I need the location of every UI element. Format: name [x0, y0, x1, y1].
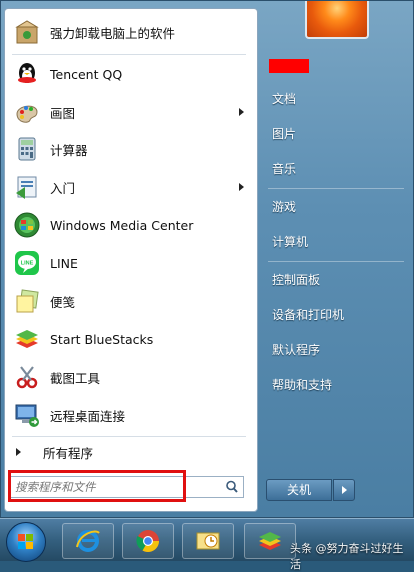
program-label: 远程桌面连接 [50, 408, 126, 424]
paint-palette-icon [12, 97, 42, 127]
program-line[interactable]: LINE LINE [10, 245, 252, 281]
right-item-help-support[interactable]: 帮助和支持 [266, 371, 406, 399]
watermark: 头条 @努力奋斗过好生活 [290, 542, 404, 571]
submenu-arrow-icon [239, 183, 244, 191]
right-item-control-panel[interactable]: 控制面板 [266, 266, 406, 294]
submenu-arrow-icon [239, 108, 244, 116]
taskbar-internet-explorer[interactable] [62, 523, 114, 559]
program-label: 便笺 [50, 294, 76, 310]
right-item-games[interactable]: 游戏 [266, 193, 406, 221]
taskbar-bluestacks[interactable] [244, 523, 296, 559]
divider [12, 436, 246, 437]
sticky-notes-icon [12, 286, 42, 316]
program-getting-started[interactable]: 入门 [10, 169, 252, 205]
getting-started-icon [12, 172, 42, 202]
program-remote-desktop[interactable]: 远程桌面连接 [10, 397, 252, 433]
right-item-computer[interactable]: 计算机 [266, 228, 406, 256]
program-sticky-notes[interactable]: 便笺 [10, 283, 252, 319]
windows-logo-icon [18, 534, 33, 549]
line-app-icon: LINE [12, 248, 42, 278]
start-button[interactable] [6, 522, 46, 562]
all-programs-label: 所有程序 [43, 445, 94, 461]
snipping-tool-icon [12, 362, 42, 392]
right-item-devices-printers[interactable]: 设备和打印机 [266, 301, 406, 329]
shutdown-options-button[interactable] [333, 479, 355, 501]
program-paint[interactable]: 画图 [10, 94, 252, 130]
program-label: 截图工具 [50, 370, 101, 386]
right-item-documents[interactable]: 文档 [266, 85, 406, 113]
program-qq[interactable]: Tencent QQ [10, 56, 252, 92]
highlight-box [8, 470, 186, 502]
taskbar-chrome[interactable] [122, 523, 174, 559]
program-label: Tencent QQ [50, 66, 123, 82]
right-item-pictures[interactable]: 图片 [266, 120, 406, 148]
user-picture[interactable] [305, 1, 369, 39]
media-center-icon [12, 210, 42, 240]
calculator-icon [12, 134, 42, 164]
program-bluestacks[interactable]: Start BlueStacks [10, 321, 252, 357]
all-programs-button[interactable]: 所有程序 [10, 440, 248, 464]
program-media-center[interactable]: Windows Media Center [10, 207, 252, 243]
internet-explorer-icon [76, 530, 100, 552]
bluestacks-icon [259, 532, 281, 550]
divider [268, 188, 404, 189]
divider [268, 261, 404, 262]
program-label: 强力卸载电脑上的软件 [50, 25, 176, 41]
divider [12, 54, 246, 55]
program-label: 入门 [50, 180, 76, 196]
outlook-icon [196, 532, 220, 550]
qq-penguin-icon [12, 59, 42, 89]
right-item-default-programs[interactable]: 默认程序 [266, 336, 406, 364]
svg-text:LINE: LINE [21, 261, 34, 267]
bluestacks-icon [12, 324, 42, 354]
program-label: Windows Media Center [50, 217, 194, 233]
remote-desktop-icon [12, 400, 42, 430]
shutdown-button[interactable]: 关机 [266, 479, 332, 501]
expand-arrow-icon [16, 448, 21, 456]
program-label: LINE [50, 255, 78, 271]
program-label: 画图 [50, 105, 76, 121]
chrome-icon [136, 530, 159, 552]
program-label: Start BlueStacks [50, 331, 154, 347]
program-uninstaller[interactable]: 强力卸载电脑上的软件 [10, 14, 252, 50]
username-redacted [269, 59, 309, 73]
program-calculator[interactable]: 计算器 [10, 131, 252, 167]
program-label: 计算器 [50, 142, 88, 158]
program-snipping-tool[interactable]: 截图工具 [10, 359, 252, 395]
right-item-music[interactable]: 音乐 [266, 155, 406, 183]
search-icon[interactable] [223, 478, 241, 496]
uninstall-box-icon [12, 17, 42, 47]
taskbar-outlook[interactable] [182, 523, 234, 559]
